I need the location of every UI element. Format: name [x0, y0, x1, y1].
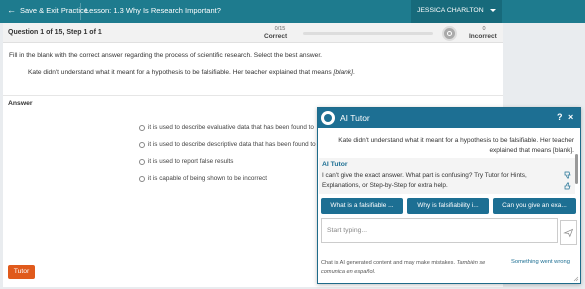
bot-message: I can't give the exact answer. What part…: [322, 172, 527, 189]
option-label: it is used to report false results: [148, 158, 234, 165]
bot-name: AI Tutor: [322, 161, 348, 168]
progress-indicator-icon: [442, 26, 457, 41]
ai-tutor-panel: AI Tutor ? × Kate didn't understand what…: [317, 107, 581, 284]
ai-tutor-logo-icon: [321, 111, 335, 125]
resize-handle-icon[interactable]: [573, 276, 579, 282]
incorrect-label: Incorrect: [469, 33, 497, 40]
chat-input[interactable]: [322, 219, 557, 242]
prompt-period: .: [352, 69, 355, 76]
back-arrow-icon: ←: [7, 5, 16, 15]
suggestion-chip[interactable]: Can you give an exa...: [493, 198, 576, 214]
ai-disclaimer: Chat is AI generated content and may mak…: [321, 259, 501, 277]
radio-button[interactable]: [139, 124, 145, 131]
option-label: it is used to describe descriptive data …: [148, 141, 316, 148]
question-label: Question 1 of 15, Step 1 of 1: [8, 29, 102, 36]
lesson-title: Lesson: 1.3 Why Is Research Important?: [85, 6, 221, 15]
ai-tutor-header: AI Tutor ? ×: [318, 108, 580, 128]
answer-option[interactable]: it is used to describe descriptive data …: [139, 136, 316, 153]
radio-button[interactable]: [139, 175, 145, 182]
answer-option[interactable]: it is used to report false results: [139, 153, 316, 170]
radio-button[interactable]: [139, 141, 145, 148]
progress-bar: [303, 32, 433, 35]
send-icon[interactable]: [560, 220, 577, 245]
incorrect-count: 0: [482, 26, 486, 32]
option-label: it is used to describe evaluative data t…: [148, 124, 314, 131]
question-prompt: Kate didn't understand what it meant for…: [28, 69, 355, 76]
disclaimer-text: Chat is AI generated content and may mak…: [321, 260, 457, 266]
thumbs-up-icon[interactable]: [564, 182, 572, 190]
option-label: it is capable of being shown to be incor…: [148, 175, 268, 182]
progress-header: Question 1 of 15, Step 1 of 1 0/15 Corre…: [3, 23, 503, 43]
answer-options: it is used to describe evaluative data t…: [139, 119, 316, 187]
user-name: JESSICA CHARLTON: [417, 7, 484, 14]
suggestion-chip[interactable]: Why is falsifiability i...: [407, 198, 489, 214]
user-message: Kate didn't understand what it meant for…: [338, 137, 574, 154]
suggestion-chips: What is a falsifiable ... Why is falsifi…: [321, 198, 576, 214]
top-bar: ← Save & Exit Practice Lesson: 1.3 Why I…: [0, 0, 585, 23]
suggestion-chip[interactable]: What is a falsifiable ...: [321, 198, 403, 214]
thumbs-down-icon[interactable]: [564, 171, 572, 179]
save-exit-label: Save & Exit Practice: [20, 5, 88, 15]
prompt-blank: [blank]: [333, 69, 353, 76]
user-menu[interactable]: JESSICA CHARLTON: [411, 0, 502, 23]
tutor-button[interactable]: Tutor: [8, 265, 35, 279]
answer-heading: Answer: [8, 100, 33, 107]
correct-label: Correct: [264, 33, 288, 40]
radio-button[interactable]: [139, 158, 145, 165]
chevron-down-icon: [490, 9, 496, 12]
close-icon[interactable]: ×: [568, 112, 573, 122]
ai-tutor-title: AI Tutor: [340, 113, 370, 123]
bot-message-box: AI Tutor I can't give the exact answer. …: [319, 158, 575, 194]
help-icon[interactable]: ?: [557, 112, 563, 122]
divider: [80, 3, 81, 20]
scrollbar[interactable]: [575, 154, 578, 184]
prompt-text: Kate didn't understand what it meant for…: [28, 69, 334, 76]
answer-option[interactable]: it is capable of being shown to be incor…: [139, 170, 316, 187]
save-exit-button[interactable]: ← Save & Exit Practice: [7, 5, 88, 15]
question-instruction: Fill in the blank with the correct answe…: [9, 52, 322, 59]
chat-input-wrapper: [321, 218, 558, 243]
answer-option[interactable]: it is used to describe evaluative data t…: [139, 119, 316, 136]
divider: [3, 95, 503, 96]
something-went-wrong-link[interactable]: Something went wrong: [511, 259, 570, 265]
correct-count: 0/15: [274, 26, 286, 32]
